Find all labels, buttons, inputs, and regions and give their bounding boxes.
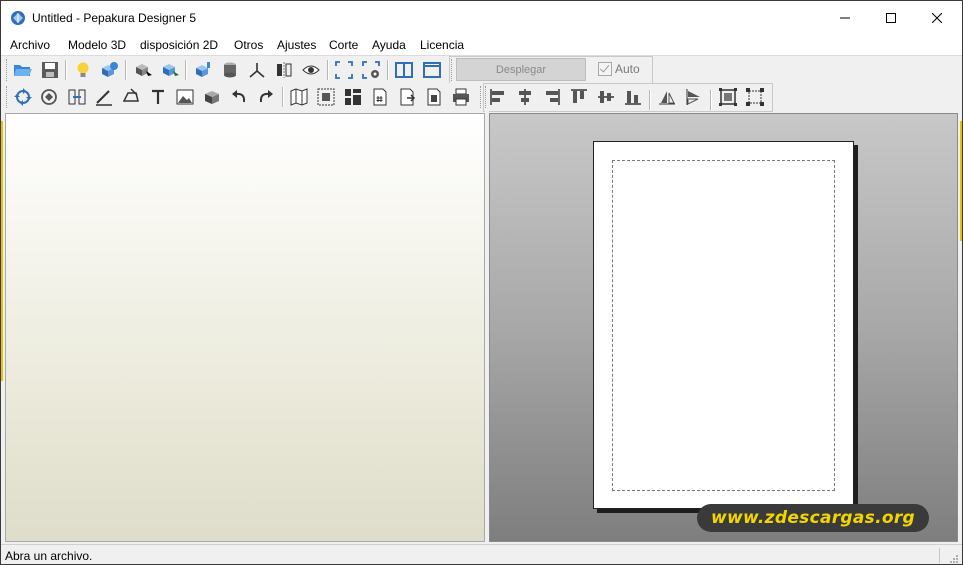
menu-archivo[interactable]: Archivo: [10, 38, 50, 52]
toolbar-separator: [710, 90, 712, 110]
toolbar-grip[interactable]: [6, 59, 10, 81]
watermark: www.zdescargas.org: [697, 504, 929, 532]
toolbar-row-2: [1, 83, 962, 111]
select-3d-alt-icon[interactable]: [159, 59, 181, 81]
window-accent-left: [1, 121, 3, 381]
print-margin: [612, 160, 835, 491]
join-icon[interactable]: [66, 86, 88, 108]
toolbar-separator: [282, 87, 284, 107]
single-view-icon[interactable]: [393, 59, 415, 81]
flap-icon[interactable]: [120, 86, 142, 108]
close-icon: [932, 12, 942, 23]
model-cubes-icon[interactable]: [99, 59, 121, 81]
auto-check-icon: [598, 62, 612, 76]
fit-settings-icon[interactable]: [360, 59, 382, 81]
align-bottom-icon[interactable]: [622, 86, 644, 108]
open-folder-icon[interactable]: [12, 59, 34, 81]
menu-disposicion-2d[interactable]: disposición 2D: [140, 38, 218, 52]
undo-icon[interactable]: [228, 86, 250, 108]
rotate-icon[interactable]: [12, 86, 34, 108]
redo-icon[interactable]: [255, 86, 277, 108]
title-bar: Untitled - Pepakura Designer 5: [1, 1, 962, 34]
resize-grip-icon[interactable]: [949, 554, 959, 564]
menu-ajustes[interactable]: Ajustes: [277, 38, 316, 52]
page-export-icon[interactable]: [396, 86, 418, 108]
layout-grid-icon[interactable]: [342, 86, 364, 108]
align-left-icon[interactable]: [487, 86, 509, 108]
status-bar: Abra un archivo.: [1, 544, 962, 564]
text-icon[interactable]: [147, 86, 169, 108]
window-accent-right: [960, 121, 962, 241]
status-text: Abra un archivo.: [5, 549, 93, 563]
close-button[interactable]: [914, 1, 960, 34]
menu-bar: Archivo Modelo 3D disposición 2D Otros A…: [1, 34, 962, 56]
toolbar-separator: [387, 60, 389, 80]
3d-view-pane[interactable]: [5, 113, 485, 542]
toolbar-separator: [185, 60, 187, 80]
flip-icon[interactable]: [273, 59, 295, 81]
edge-line-icon[interactable]: [93, 86, 115, 108]
select-3d-icon[interactable]: [132, 59, 154, 81]
minimize-icon: [840, 17, 850, 18]
app-window: Untitled - Pepakura Designer 5 Archivo M…: [1, 1, 962, 564]
page-settings-icon[interactable]: [423, 86, 445, 108]
arrange-icon[interactable]: [315, 86, 337, 108]
maximize-icon: [886, 12, 896, 23]
paint-cube-icon[interactable]: [192, 59, 214, 81]
toolbar-separator: [327, 60, 329, 80]
minimize-button[interactable]: [822, 1, 868, 34]
save-icon[interactable]: [39, 59, 61, 81]
auto-label: Auto: [615, 62, 640, 76]
rotate-part-icon[interactable]: [38, 86, 60, 108]
cylinder-icon[interactable]: [219, 59, 241, 81]
align-center-v-icon[interactable]: [595, 86, 617, 108]
axis-icon[interactable]: [246, 59, 268, 81]
toolbar-separator: [125, 60, 127, 80]
unfold-map-icon[interactable]: [288, 86, 310, 108]
eye-icon[interactable]: [300, 59, 322, 81]
watermark-text: www.zdescargas.org: [711, 508, 915, 528]
toolbar-grip[interactable]: [6, 86, 10, 108]
align-top-icon[interactable]: [568, 86, 590, 108]
menu-licencia[interactable]: Licencia: [420, 38, 464, 52]
menu-otros[interactable]: Otros: [234, 38, 263, 52]
box-icon[interactable]: [201, 86, 223, 108]
toolbar-separator: [65, 60, 67, 80]
menu-modelo-3d[interactable]: Modelo 3D: [68, 38, 126, 52]
maximize-button[interactable]: [868, 1, 914, 34]
image-icon[interactable]: [174, 86, 196, 108]
toolbar-separator: [649, 90, 651, 110]
select-all-icon[interactable]: [744, 86, 766, 108]
flip-vertical-icon[interactable]: [683, 86, 705, 108]
page-number-icon[interactable]: [369, 86, 391, 108]
light-bulb-icon[interactable]: [72, 59, 94, 81]
menu-corte[interactable]: Corte: [329, 38, 358, 52]
menu-ayuda[interactable]: Ayuda: [372, 38, 406, 52]
toolbar-grip[interactable]: [451, 59, 455, 81]
fit-selection-icon[interactable]: [717, 86, 739, 108]
fit-view-icon[interactable]: [333, 59, 355, 81]
align-center-h-icon[interactable]: [514, 86, 536, 108]
align-right-icon[interactable]: [541, 86, 563, 108]
status-divider: [939, 548, 940, 563]
desplegar-button[interactable]: Desplegar: [456, 58, 586, 81]
pepakura-app-icon: [11, 11, 25, 25]
auto-checkbox[interactable]: Auto: [598, 61, 640, 77]
window-title: Untitled - Pepakura Designer 5: [32, 11, 197, 25]
flip-horizontal-icon[interactable]: [656, 86, 678, 108]
print-icon[interactable]: [450, 86, 472, 108]
split-view-icon[interactable]: [421, 59, 443, 81]
